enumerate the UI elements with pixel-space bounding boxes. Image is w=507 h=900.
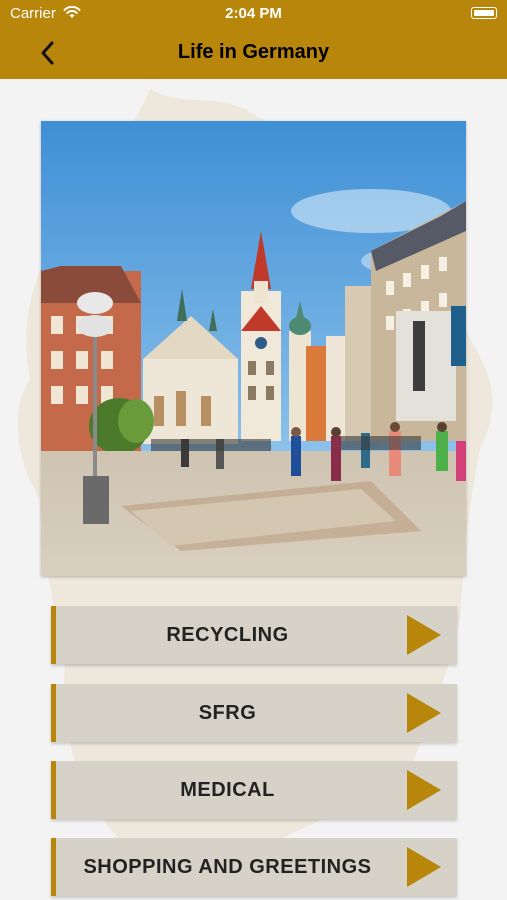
recycling-button[interactable]: RECYCLING	[51, 606, 457, 664]
sfrg-button[interactable]: SFRG	[51, 684, 457, 742]
play-arrow-icon	[407, 615, 441, 655]
battery-icon	[471, 7, 497, 19]
recycling-label: RECYCLING	[166, 624, 289, 646]
page-title: Life in Germany	[177, 41, 330, 63]
play-arrow-icon	[407, 770, 441, 810]
shopping-and-greetings-button[interactable]: SHOPPING AND GREETINGS	[51, 838, 457, 896]
medical-label: MEDICAL	[180, 779, 275, 801]
clock: 2:04 PM	[225, 5, 282, 22]
medical-button[interactable]: MEDICAL	[51, 761, 457, 819]
play-arrow-icon	[407, 693, 441, 733]
status-bar: Carrier 2:04 PM	[0, 0, 507, 28]
navigation-bar: Life in Germany	[0, 28, 507, 79]
sfrg-label: SFRG	[198, 702, 257, 724]
play-arrow-icon	[407, 847, 441, 887]
shopping-and-greetings-label: SHOPPING AND GREETINGS	[83, 856, 372, 878]
munich-marienplatz-photo	[41, 121, 466, 576]
